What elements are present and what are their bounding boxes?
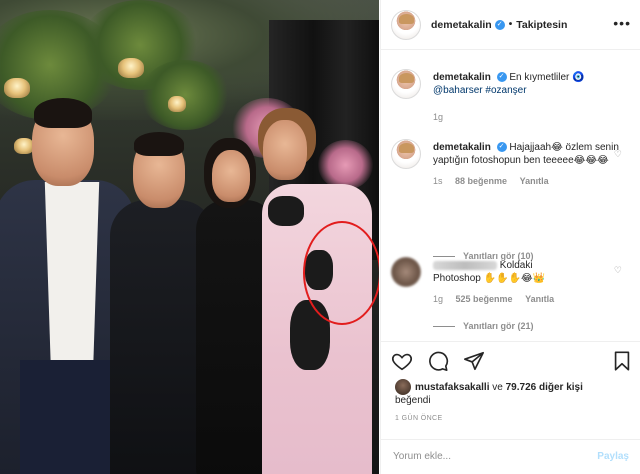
comment-time[interactable]: 1g — [433, 294, 443, 304]
header-separator: • — [508, 19, 513, 30]
post-timestamp[interactable]: 1 GÜN ÖNCE — [395, 415, 443, 422]
caption-time[interactable]: 1g — [433, 112, 443, 122]
photo-flowers — [318, 140, 373, 190]
post-photo[interactable] — [0, 0, 379, 474]
caption-body: demetakalin ✓ En kıymetliler 🧿 @baharser… — [433, 71, 623, 124]
likes-connector: ve — [492, 381, 503, 393]
post-comment-button[interactable]: Paylaş — [597, 451, 629, 462]
photo-person-hair — [134, 132, 184, 156]
caption-mention[interactable]: @baharser — [433, 85, 483, 96]
likes-suffix: beğendi — [395, 395, 431, 406]
action-icons — [391, 350, 485, 372]
nazar-emoji: 🧿 — [572, 72, 585, 83]
avatar[interactable] — [391, 69, 421, 99]
caption-username[interactable]: demetakalin — [433, 72, 491, 83]
photo-person-face — [263, 120, 307, 180]
bookmark-icon[interactable] — [611, 350, 633, 372]
replies-line — [433, 325, 455, 327]
post-actions: mustafaksakalli ve 79.726 diğer kişi beğ… — [381, 341, 640, 474]
comment-body: Koldaki Photoshop ✋✋✋😂👑 1g 525 beğenme Y… — [433, 259, 623, 306]
view-replies-button[interactable]: Yanıtları gör (21) — [433, 321, 534, 331]
photo-dress-pattern — [268, 196, 304, 226]
photo-lamp — [168, 96, 186, 112]
comment-input[interactable]: Yorum ekle... — [393, 451, 451, 462]
verified-badge-icon: ✓ — [496, 72, 507, 83]
view-replies-label: Yanıtları gör (21) — [463, 321, 534, 331]
comment-likes[interactable]: 88 beğenme — [455, 176, 507, 186]
avatar[interactable] — [391, 9, 421, 40]
header-username[interactable]: demetakalin — [431, 19, 492, 31]
comment-meta: 1s 88 beğenme Yanıtla — [433, 175, 623, 188]
add-comment-bar: Yorum ekle... Paylaş — [381, 439, 640, 474]
comment-icon[interactable] — [427, 350, 449, 372]
photo-person-hair — [34, 98, 92, 128]
more-icon[interactable]: ••• — [613, 15, 631, 31]
caption-text: En kıymetliler — [509, 72, 570, 83]
verified-badge-icon: ✓ — [496, 142, 507, 153]
photo-lamp — [118, 58, 144, 78]
reply-button[interactable]: Yanıtla — [525, 294, 554, 304]
comment-like-heart-icon[interactable]: ♡ — [614, 265, 622, 276]
photo-lamp — [14, 138, 34, 154]
comment-text-prefix: Koldaki — [499, 260, 533, 271]
replies-line — [433, 255, 455, 257]
liker-avatar[interactable] — [395, 379, 411, 395]
blurred-username[interactable] — [433, 260, 497, 270]
comment-likes[interactable]: 525 beğenme — [456, 294, 513, 304]
photo-foliage — [140, 60, 230, 130]
comment-body: demetakalin ✓ Hajajjaah😂 özlem senin yap… — [433, 141, 623, 188]
comment-time[interactable]: 1s — [433, 176, 443, 186]
share-icon[interactable] — [463, 350, 485, 372]
post-sidebar: demetakalin ✓ • Takiptesin ••• demetakal… — [380, 0, 640, 474]
comment-username[interactable]: demetakalin — [433, 142, 491, 153]
likes-others[interactable]: 79.726 diğer kişi — [506, 382, 583, 393]
caption-hashtag[interactable]: #ozanşer — [485, 85, 526, 96]
avatar[interactable] — [391, 139, 421, 169]
photo-person-face — [212, 150, 250, 202]
caption-meta: 1g — [433, 111, 623, 124]
follow-button[interactable]: Takiptesin — [516, 19, 567, 31]
comment-like-heart-icon[interactable]: ♡ — [614, 149, 622, 160]
reply-button[interactable]: Yanıtla — [520, 176, 549, 186]
comments-list: demetakalin ✓ En kıymetliler 🧿 @baharser… — [381, 51, 640, 341]
photo-lamp — [4, 78, 30, 98]
comment-text: Photoshop ✋✋✋😂👑 — [433, 273, 546, 284]
comment-meta: 1g 525 beğenme Yanıtla — [433, 293, 623, 306]
liker-username[interactable]: mustafaksakalli — [415, 382, 490, 393]
blurred-avatar[interactable] — [391, 257, 421, 287]
post-header: demetakalin ✓ • Takiptesin ••• — [381, 0, 640, 50]
verified-badge-icon: ✓ — [494, 19, 505, 30]
heart-icon[interactable] — [391, 350, 413, 372]
likes-line: mustafaksakalli ve 79.726 diğer kişi — [395, 379, 583, 395]
highlight-circle — [303, 221, 379, 325]
